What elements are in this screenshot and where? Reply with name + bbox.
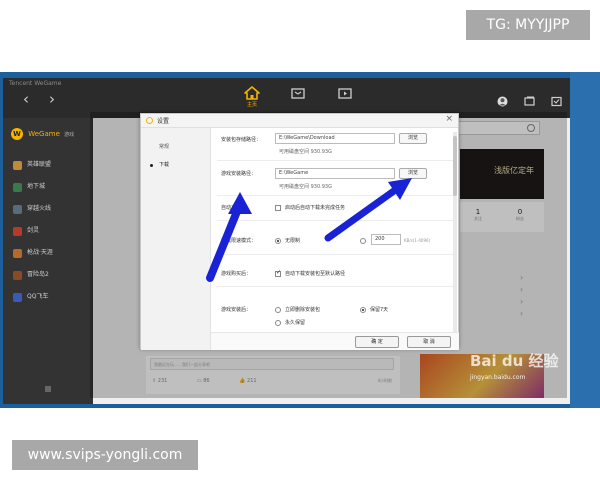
game-list: 英雄联盟 地下城 穿越火线 剑灵 枪战·天涯 冒险岛2 QQ飞车 xyxy=(3,148,93,308)
keep-forever-option: 永久保留 xyxy=(285,320,306,326)
sidebar-item-game-2[interactable]: 地下城 xyxy=(3,176,93,198)
download-free-space: 可用磁盘空间 930.93G xyxy=(279,149,332,155)
tab-home[interactable]: 主页 xyxy=(237,82,267,116)
top-right-icons xyxy=(486,92,562,111)
tab-general[interactable]: 常规 xyxy=(141,138,210,156)
auto-download-label: 自动下载： xyxy=(221,205,247,211)
game-icon xyxy=(13,160,22,170)
divider xyxy=(217,254,457,255)
sidebar-title: WeGame xyxy=(28,130,60,138)
sidebar-more-icon[interactable] xyxy=(45,386,51,392)
tab-home-label: 主页 xyxy=(246,102,257,108)
delete-now-radio[interactable] xyxy=(275,307,281,313)
auto-download-option: 启动后自动下载未完成任务 xyxy=(285,205,346,211)
tab-store[interactable] xyxy=(283,82,313,116)
video-icon xyxy=(338,88,352,99)
sidebar-item-game-4[interactable]: 剑灵 xyxy=(3,220,93,242)
install-path-field[interactable]: E:\WeGame xyxy=(275,168,395,179)
desktop-background xyxy=(570,72,600,408)
game-icon xyxy=(13,182,22,192)
game-download-option: 自动下载安装包至默认路径 xyxy=(285,271,346,277)
ok-button[interactable]: 确 定 xyxy=(355,336,399,348)
keep-7-days-radio[interactable] xyxy=(360,307,366,313)
sidebar-item-label: 剑灵 xyxy=(27,227,40,234)
wegame-logo: W xyxy=(11,128,23,140)
sidebar-item-label: 英雄联盟 xyxy=(27,161,52,168)
speed-limit-label: 游戏限速模式： xyxy=(221,238,257,244)
dialog-header: 设置 × xyxy=(141,114,458,128)
cancel-button[interactable]: 取 消 xyxy=(407,336,451,348)
game-icon xyxy=(13,226,22,236)
tab-download[interactable]: 下载 xyxy=(141,156,210,174)
speed-limit-unit: KB/s(1-4096) xyxy=(404,238,431,243)
screenshot-frame: Tencent WeGame ‹ › 主页 W WeGame 游戏 英雄联盟 地… xyxy=(0,72,600,408)
watermark-sub: jingyan.baidu.com xyxy=(470,374,526,381)
site-label: www.svips-yongli.com xyxy=(12,440,198,470)
divider xyxy=(217,195,457,196)
avatar-icon[interactable] xyxy=(497,96,508,107)
download-browse-button[interactable]: 浏览 xyxy=(399,133,427,144)
sidebar-item-game-7[interactable]: QQ飞车 xyxy=(3,286,93,308)
speed-limit-input[interactable]: 200 xyxy=(371,234,401,245)
game-download-checkbox[interactable] xyxy=(275,269,281,277)
game-icon xyxy=(13,292,22,302)
home-icon xyxy=(244,86,260,100)
delete-now-option: 立即删除安装包 xyxy=(285,307,321,313)
divider xyxy=(217,220,457,221)
divider xyxy=(217,286,457,287)
close-button[interactable]: × xyxy=(445,114,453,124)
keep-7-days-option: 保留7天 xyxy=(370,307,389,313)
tg-label: TG: MYYJJPP xyxy=(466,10,590,40)
game-icon xyxy=(13,204,22,214)
mail-icon[interactable] xyxy=(551,96,562,107)
back-button[interactable]: ‹ xyxy=(23,92,29,107)
keep-forever-radio[interactable] xyxy=(275,320,281,326)
sidebar-item-label: 地下城 xyxy=(27,183,46,190)
page: TG: MYYJJPP Tencent WeGame ‹ › 主页 W WeGa… xyxy=(0,0,600,480)
sidebar-item-game-6[interactable]: 冒险岛2 xyxy=(3,264,93,286)
store-icon xyxy=(291,88,305,99)
game-icon xyxy=(13,248,22,258)
sidebar-item-game-5[interactable]: 枪战·天涯 xyxy=(3,242,93,264)
gear-icon xyxy=(146,117,153,124)
watermark-text: Bai du 经验 xyxy=(470,352,559,370)
game-sidebar: W WeGame 游戏 英雄联盟 地下城 穿越火线 剑灵 枪战·天涯 冒险岛2 … xyxy=(3,118,93,404)
settings-dialog: 设置 × 常规 下载 安装包存储路径： E:\WeGame\Download 浏… xyxy=(140,113,459,350)
download-path-field[interactable]: E:\WeGame\Download xyxy=(275,133,395,144)
tab-video[interactable] xyxy=(330,82,360,116)
install-path-label: 游戏安装路径： xyxy=(221,171,257,177)
sidebar-item-label: 冒险岛2 xyxy=(27,271,49,278)
window-icon[interactable] xyxy=(524,96,535,107)
sidebar-item-label: 枪战·天涯 xyxy=(27,249,53,256)
after-install-label: 游戏安装后： xyxy=(221,307,252,313)
scroll-thumb[interactable] xyxy=(453,136,457,196)
settings-scrollbar[interactable] xyxy=(453,132,457,332)
sidebar-header[interactable]: W WeGame 游戏 xyxy=(3,118,93,148)
forward-button[interactable]: › xyxy=(49,92,55,107)
sidebar-item-game-1[interactable]: 英雄联盟 xyxy=(3,154,93,176)
auto-download-checkbox[interactable] xyxy=(275,205,281,211)
dialog-footer: 确 定 取 消 xyxy=(211,332,459,350)
install-free-space: 可用磁盘空间 930.93G xyxy=(279,184,332,190)
game-download-label: 游戏购买后： xyxy=(221,271,252,277)
divider xyxy=(217,160,457,161)
unlimited-option: 无限制 xyxy=(285,238,301,244)
unlimited-radio[interactable] xyxy=(275,238,281,244)
dialog-title: 设置 xyxy=(157,118,170,125)
sidebar-subtitle: 游戏 xyxy=(64,131,75,138)
download-path-label: 安装包存储路径： xyxy=(221,137,262,143)
settings-nav: 常规 下载 xyxy=(141,128,211,350)
game-icon xyxy=(13,270,22,280)
limit-radio[interactable] xyxy=(360,238,366,244)
sidebar-item-game-3[interactable]: 穿越火线 xyxy=(3,198,93,220)
app-brand: Tencent WeGame xyxy=(9,80,62,87)
install-browse-button[interactable]: 浏览 xyxy=(399,168,427,179)
settings-body: 安装包存储路径： E:\WeGame\Download 浏览 可用磁盘空间 93… xyxy=(217,128,457,334)
sidebar-item-label: 穿越火线 xyxy=(27,205,52,212)
sidebar-item-label: QQ飞车 xyxy=(27,293,49,300)
